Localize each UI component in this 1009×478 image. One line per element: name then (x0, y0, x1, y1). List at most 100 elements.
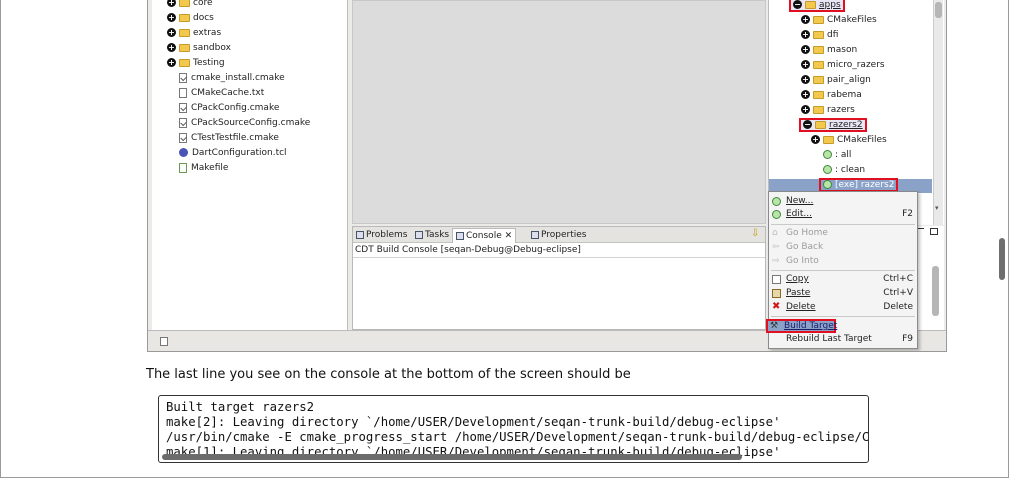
expand-icon[interactable]: + (811, 135, 820, 144)
target-item-rabema[interactable]: + rabema (801, 88, 862, 103)
close-icon[interactable]: ✕ (505, 231, 513, 241)
tree-item-testing[interactable]: + Testing (167, 56, 225, 71)
menu-item-copy[interactable]: Copy Ctrl+C (769, 273, 917, 286)
tab-tasks[interactable]: Tasks (412, 228, 452, 243)
target-item-apps[interactable]: − apps (789, 0, 845, 13)
cmake-file-icon (179, 132, 187, 143)
expand-icon[interactable]: + (801, 15, 810, 24)
code-line: /usr/bin/cmake -E cmake_progress_start /… (166, 430, 869, 444)
tab-problems[interactable]: Problems (353, 228, 410, 243)
target-item-razers2[interactable]: − razers2 (799, 118, 867, 133)
scroll-down-icon[interactable]: ▾ (935, 204, 939, 212)
folder-icon (813, 60, 824, 69)
home-icon: ⌂ (772, 228, 778, 238)
menu-item-build-target[interactable]: ⚒ Build Target (766, 319, 837, 333)
editor-area[interactable] (352, 0, 766, 224)
menu-item-delete[interactable]: ✖ Delete Delete (769, 301, 917, 314)
target-item-razers2-cmakefiles[interactable]: + CMakeFiles (811, 133, 887, 148)
target-item-clean[interactable]: : clean (823, 163, 865, 178)
new-target-icon (772, 197, 781, 206)
copy-icon (772, 275, 781, 284)
expand-icon[interactable]: + (801, 90, 810, 99)
tree-item-cpackconfig[interactable]: CPackConfig.cmake (179, 101, 279, 116)
menu-item-go-back[interactable]: ⇦ Go Back (769, 241, 917, 254)
fast-view-icon[interactable] (160, 337, 168, 346)
cmake-file-icon (179, 102, 187, 113)
folder-icon (813, 45, 824, 54)
code-block: Built target razers2 make[2]: Leaving di… (158, 395, 869, 463)
code-horizontal-scrollbar[interactable] (162, 454, 742, 460)
instruction-paragraph: The last line you see on the console at … (146, 367, 631, 382)
tab-console[interactable]: Console ✕ (452, 228, 517, 243)
eclipse-screenshot: + core + docs + extras + sandbox + Testing cm… (147, 0, 947, 352)
menu-item-go-into[interactable]: ⇨ Go Into (769, 255, 917, 268)
expand-icon[interactable]: + (167, 43, 176, 52)
tree-item-sandbox[interactable]: + sandbox (167, 41, 231, 56)
collapse-icon[interactable]: − (803, 120, 812, 129)
expand-icon[interactable]: + (801, 45, 810, 54)
folder-icon (813, 75, 824, 84)
folder-icon (179, 43, 190, 52)
pin-icon[interactable]: ⇩ (751, 228, 759, 239)
tree-item-core[interactable]: + core (167, 0, 213, 11)
target-item-cmakefiles[interactable]: + CMakeFiles (801, 13, 877, 28)
menu-item-edit[interactable]: Edit... F2 (769, 208, 917, 221)
tree-item-docs[interactable]: + docs (167, 11, 214, 26)
properties-icon (531, 230, 539, 239)
tree-item-cmake-install[interactable]: cmake_install.cmake (179, 71, 285, 86)
edit-target-icon (772, 210, 781, 219)
menu-item-rebuild-last-target[interactable]: Rebuild Last Target F9 (769, 333, 917, 346)
folder-icon (179, 28, 190, 37)
tasks-icon (415, 230, 423, 239)
target-item-mason[interactable]: + mason (801, 43, 857, 58)
delete-icon: ✖ (772, 301, 781, 312)
folder-icon (805, 0, 816, 9)
target-item-micro-razers[interactable]: + micro_razers (801, 58, 885, 73)
target-item-pair-align[interactable]: + pair_align (801, 73, 871, 88)
folder-icon (823, 135, 834, 144)
folder-icon (179, 0, 190, 7)
build-icon: ⚒ (770, 321, 779, 331)
folder-icon (815, 120, 826, 129)
collapse-icon[interactable]: − (793, 0, 802, 9)
menu-item-paste[interactable]: Paste Ctrl+V (769, 287, 917, 300)
tree-item-extras[interactable]: + extras (167, 26, 221, 41)
expand-icon[interactable]: + (801, 105, 810, 114)
scrollbar-thumb[interactable] (932, 266, 939, 316)
tree-item-cmakecache[interactable]: CMakeCache.txt (179, 86, 264, 101)
scrollbar-thumb[interactable] (935, 2, 942, 18)
tree-item-cpacksourceconfig[interactable]: CPackSourceConfig.cmake (179, 116, 310, 131)
tree-item-ctesttestfile[interactable]: CTestTestfile.cmake (179, 131, 279, 146)
folder-icon (813, 30, 824, 39)
target-item-all[interactable]: : all (823, 148, 851, 163)
targets-scrollbar[interactable]: ▾ (933, 0, 943, 225)
expand-icon[interactable]: + (167, 58, 176, 67)
cmake-file-icon (179, 72, 187, 83)
expand-icon[interactable]: + (801, 60, 810, 69)
text-file-icon (179, 87, 187, 98)
target-item-razers[interactable]: + razers (801, 103, 855, 118)
expand-icon[interactable]: + (801, 30, 810, 39)
folder-icon (179, 13, 190, 22)
maximize-icon[interactable] (930, 228, 938, 235)
minimize-icon[interactable] (917, 228, 924, 229)
expand-icon[interactable]: + (167, 13, 176, 22)
menu-item-go-home[interactable]: ⌂ Go Home (769, 227, 917, 240)
target-item-dfi[interactable]: + dfi (801, 28, 838, 43)
expand-icon[interactable]: + (167, 28, 176, 37)
menu-separator (771, 316, 915, 317)
code-line: make[2]: Leaving directory `/home/USER/D… (166, 415, 781, 429)
tcl-file-icon (179, 148, 188, 157)
tree-item-dartconfiguration[interactable]: DartConfiguration.tcl (179, 146, 287, 161)
page-scrollbar-thumb[interactable] (999, 238, 1005, 280)
expand-icon[interactable]: + (167, 0, 176, 7)
console-title: CDT Build Console [seqan-Debug@Debug-ecl… (355, 245, 581, 255)
target-icon (823, 165, 832, 174)
expand-icon[interactable]: + (801, 75, 810, 84)
tab-properties[interactable]: Properties (528, 228, 589, 243)
tree-item-makefile[interactable]: Makefile (179, 161, 228, 176)
menu-item-new[interactable]: New... (769, 195, 917, 208)
folder-icon (813, 15, 824, 24)
browser-viewport: + core + docs + extras + sandbox + Testing cm… (0, 0, 1009, 478)
back-arrow-icon: ⇦ (772, 242, 780, 252)
